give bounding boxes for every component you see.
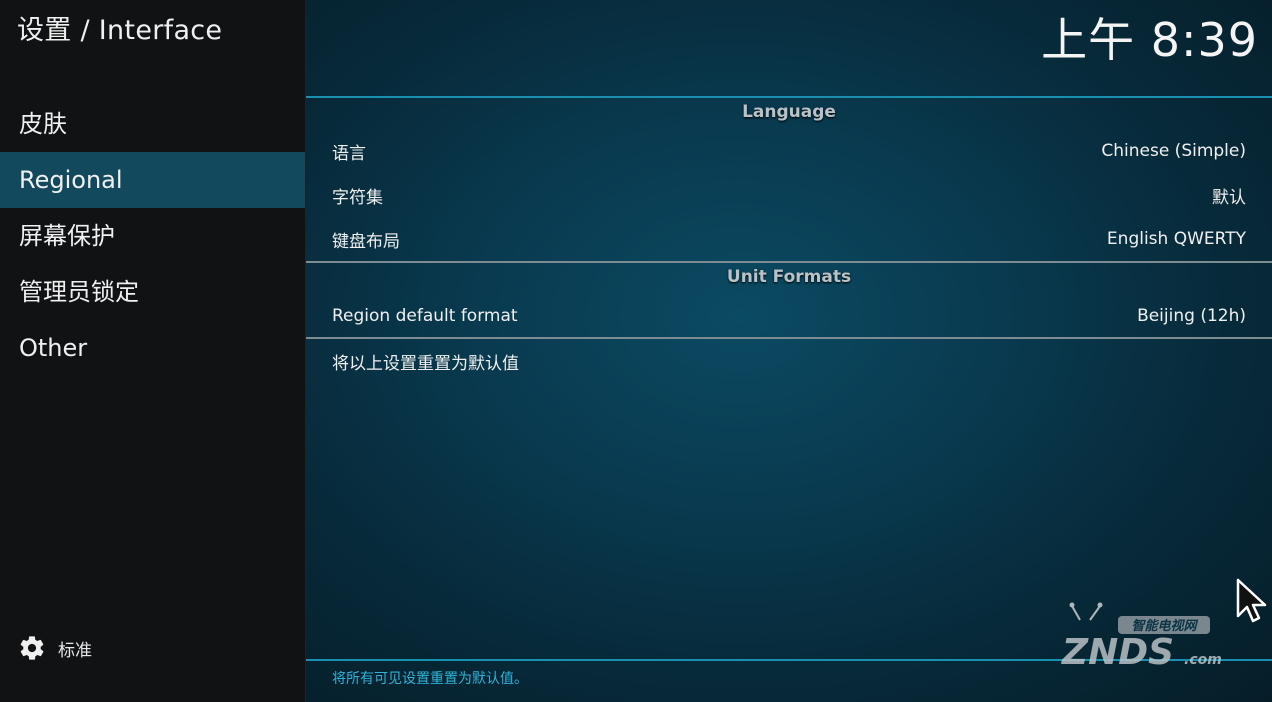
section-divider bbox=[306, 261, 1272, 263]
settings-panel: 上午 8:39 Language 语言 Chinese (Simple) 字符集… bbox=[306, 0, 1272, 702]
setting-label: 语言 bbox=[332, 143, 366, 164]
section-header-unit-formats: Unit Formats bbox=[726, 267, 852, 287]
znds-watermark-logo: 智能电视网 ZNDS .com bbox=[1061, 602, 1222, 670]
settings-level-button[interactable]: 标准 bbox=[18, 634, 92, 662]
setting-row-keyboard-layout[interactable]: 键盘布局 English QWERTY bbox=[332, 217, 1246, 261]
setting-row-region-format[interactable]: Region default format Beijing (12h) bbox=[332, 294, 1246, 338]
sidebar-item-skin[interactable]: 皮肤 bbox=[0, 96, 305, 152]
sidebar: 设置 / Interface 皮肤 Regional 屏幕保护 管理员锁定 Ot… bbox=[0, 0, 306, 702]
setting-value: English QWERTY bbox=[1106, 229, 1246, 249]
setting-row-charset[interactable]: 字符集 默认 bbox=[332, 173, 1246, 217]
help-hint: 将所有可见设置重置为默认值。 bbox=[332, 671, 528, 687]
gear-icon bbox=[20, 636, 44, 660]
setting-value: Beijing (12h) bbox=[1137, 306, 1246, 326]
clock: 上午 8:39 bbox=[1041, 13, 1258, 67]
sidebar-item-regional[interactable]: Regional bbox=[0, 152, 305, 208]
reset-settings-button[interactable]: 将以上设置重置为默认值 bbox=[332, 339, 1246, 383]
setting-row-language[interactable]: 语言 Chinese (Simple) bbox=[332, 129, 1246, 173]
sidebar-item-other[interactable]: Other bbox=[0, 320, 305, 376]
section-header-language: Language bbox=[742, 102, 836, 122]
mouse-cursor-icon bbox=[1236, 578, 1267, 623]
sidebar-menu: 皮肤 Regional 屏幕保护 管理员锁定 Other bbox=[0, 96, 305, 376]
setting-value: 默认 bbox=[1212, 187, 1246, 208]
setting-label: 键盘布局 bbox=[332, 231, 400, 252]
watermark-suffix: .com bbox=[1184, 652, 1222, 668]
setting-label: Region default format bbox=[332, 306, 518, 326]
header-divider bbox=[306, 96, 1272, 98]
setting-label: 字符集 bbox=[332, 187, 383, 208]
sidebar-item-master-lock[interactable]: 管理员锁定 bbox=[0, 264, 305, 320]
settings-screen: 设置 / Interface 皮肤 Regional 屏幕保护 管理员锁定 Ot… bbox=[0, 0, 1272, 702]
sidebar-item-screensaver[interactable]: 屏幕保护 bbox=[0, 208, 305, 264]
reset-label: 将以上设置重置为默认值 bbox=[332, 353, 519, 374]
setting-value: Chinese (Simple) bbox=[1101, 141, 1246, 161]
settings-level-label: 标准 bbox=[58, 640, 92, 661]
page-title: 设置 / Interface bbox=[17, 15, 223, 46]
watermark-brand: ZNDS bbox=[1061, 632, 1174, 670]
